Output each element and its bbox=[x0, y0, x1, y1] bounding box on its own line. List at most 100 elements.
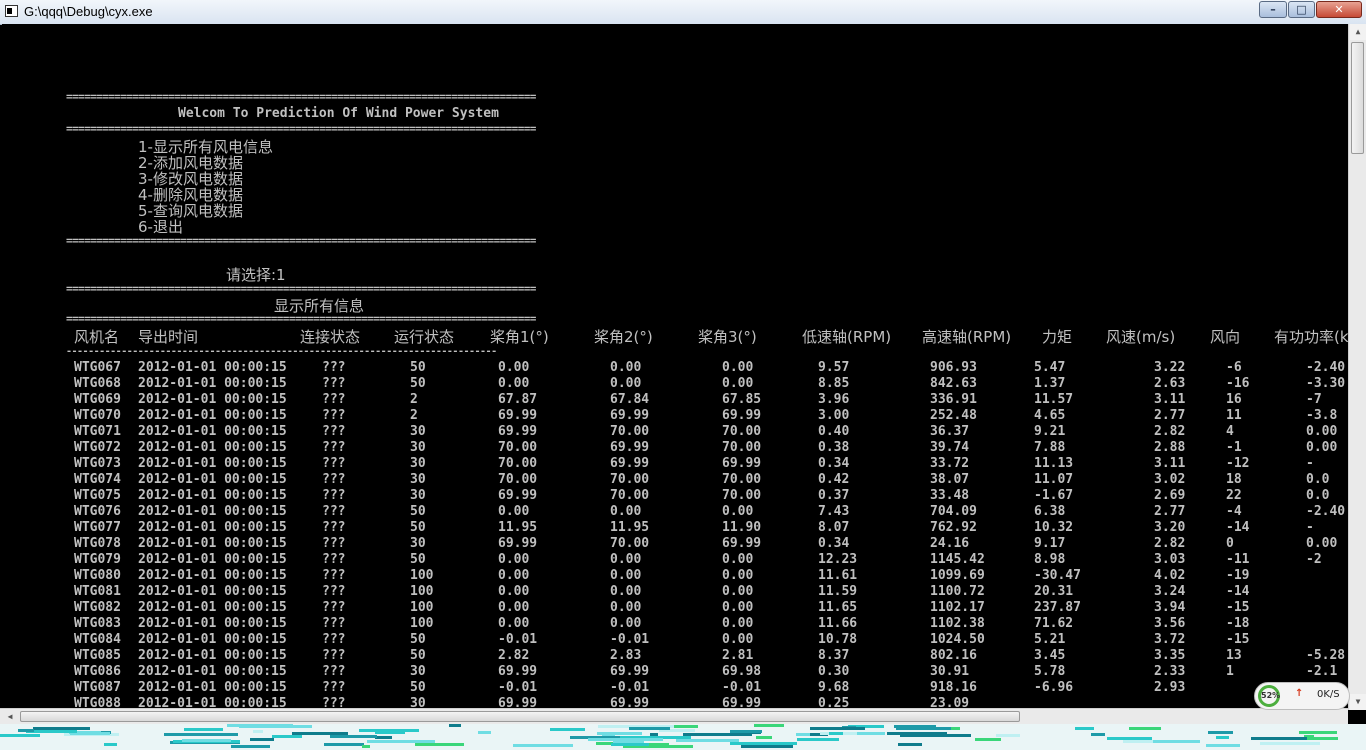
horizontal-scroll-thumb[interactable] bbox=[20, 711, 1020, 722]
table-cell: 237.87 bbox=[1034, 600, 1081, 615]
taskbar-noise bbox=[1251, 737, 1314, 740]
taskbar-noise bbox=[810, 727, 865, 730]
table-cell: 2.77 bbox=[1154, 504, 1186, 519]
table-cell: ??? bbox=[322, 472, 346, 487]
table-cell: 2 bbox=[410, 408, 418, 423]
column-header: 连接状态 bbox=[300, 328, 361, 346]
taskbar-noise bbox=[250, 738, 274, 741]
menu-rule-3: ========================================… bbox=[66, 234, 536, 247]
table-cell: 23.09 bbox=[930, 696, 970, 708]
table-cell: 3.72 bbox=[1154, 632, 1186, 647]
taskbar-noise bbox=[588, 738, 663, 741]
table-cell: WTG076 bbox=[74, 504, 121, 519]
close-button[interactable]: ✕ bbox=[1316, 1, 1362, 18]
table-cell: 2.77 bbox=[1154, 408, 1186, 423]
table-cell: 0.00 bbox=[1306, 424, 1338, 439]
table-cell: 2.81 bbox=[722, 648, 754, 663]
table-cell: 2012-01-01 00:00:15 bbox=[138, 536, 287, 551]
table-cell: 70.00 bbox=[498, 440, 538, 455]
table-cell: 33.48 bbox=[930, 488, 970, 503]
table-cell: 69.99 bbox=[498, 536, 538, 551]
table-row: WTG073 2012-01-01 00:00:15??? 30 70.00 69.99… bbox=[2, 456, 1348, 472]
table-cell: 7.88 bbox=[1034, 440, 1066, 455]
table-cell: 67.84 bbox=[610, 392, 650, 407]
taskbar-noise bbox=[1091, 733, 1105, 736]
table-cell: 50 bbox=[410, 520, 426, 535]
table-cell: WTG078 bbox=[74, 536, 121, 551]
table-cell: ??? bbox=[322, 632, 346, 647]
table-cell: -19 bbox=[1226, 568, 1250, 583]
table-cell: 0.00 bbox=[498, 552, 530, 567]
table-row: WTG077 2012-01-01 00:00:15??? 50 11.95 11.95… bbox=[2, 520, 1348, 536]
table-cell: 0.00 bbox=[610, 600, 642, 615]
column-header: 桨角1(°) bbox=[490, 328, 549, 346]
scroll-left-arrow-icon[interactable]: ◀ bbox=[2, 709, 18, 725]
taskbar-noise bbox=[683, 733, 752, 736]
table-cell: ??? bbox=[322, 648, 346, 663]
table-cell: WTG088 bbox=[74, 696, 121, 708]
table-cell: 0.00 bbox=[722, 632, 754, 647]
table-cell: 9.68 bbox=[818, 680, 850, 695]
table-cell: 11.07 bbox=[1034, 472, 1074, 487]
table-cell: WTG084 bbox=[74, 632, 121, 647]
table-cell: 3.11 bbox=[1154, 392, 1186, 407]
table-cell: 0.00 bbox=[722, 504, 754, 519]
column-header: 风机名 bbox=[74, 328, 120, 346]
table-cell: WTG072 bbox=[74, 440, 121, 455]
taskbar-noise bbox=[1107, 737, 1152, 740]
table-cell: 2012-01-01 00:00:15 bbox=[138, 376, 287, 391]
taskbar-noise bbox=[975, 738, 1001, 741]
table-cell: 2.82 bbox=[498, 648, 530, 663]
table-cell: 24.16 bbox=[930, 536, 970, 551]
table-cell: 0.30 bbox=[818, 664, 850, 679]
table-cell: 0.00 bbox=[498, 360, 530, 375]
table-cell: -0.01 bbox=[610, 680, 650, 695]
table-row: WTG085 2012-01-01 00:00:15??? 50 2.82 2.83 2.… bbox=[2, 648, 1348, 664]
table-cell: 9.17 bbox=[1034, 536, 1066, 551]
table-cell: WTG082 bbox=[74, 600, 121, 615]
table-cell: 70.00 bbox=[610, 536, 650, 551]
taskbar-noise bbox=[182, 739, 231, 742]
table-cell: WTG067 bbox=[74, 360, 121, 375]
vertical-scrollbar[interactable]: ▲ ▼ bbox=[1348, 24, 1366, 710]
table-cell: ??? bbox=[322, 520, 346, 535]
table-cell: 2.33 bbox=[1154, 664, 1186, 679]
table-cell: 3.94 bbox=[1154, 600, 1186, 615]
taskbar-noise bbox=[272, 735, 302, 738]
upload-arrow-icon: ↑ bbox=[1295, 688, 1304, 699]
table-cell: 0.00 bbox=[1306, 440, 1338, 455]
minimize-button[interactable]: – bbox=[1259, 1, 1287, 18]
table-cell: -2.40 bbox=[1306, 504, 1346, 519]
table-cell: -2.40 bbox=[1306, 360, 1346, 375]
network-speed-widget[interactable]: 52% ↑ 0K/S bbox=[1254, 682, 1350, 710]
taskbar-noise bbox=[796, 733, 810, 736]
table-cell: 67.85 bbox=[722, 392, 762, 407]
table-cell: 30 bbox=[410, 456, 426, 471]
table-cell: 4.02 bbox=[1154, 568, 1186, 583]
table-cell: ??? bbox=[322, 552, 346, 567]
table-cell: 11.57 bbox=[1034, 392, 1074, 407]
table-cell: 0.00 bbox=[1306, 536, 1338, 551]
table-cell: 2.82 bbox=[1154, 424, 1186, 439]
horizontal-scrollbar[interactable]: ◀ bbox=[0, 708, 1348, 725]
taskbar-noise bbox=[104, 743, 117, 746]
maximize-button[interactable]: □ bbox=[1288, 1, 1315, 18]
table-cell: 1.37 bbox=[1034, 376, 1066, 391]
table-cell: 50 bbox=[410, 648, 426, 663]
taskbar-noise bbox=[756, 736, 772, 739]
taskbar-noise bbox=[253, 730, 263, 733]
taskbar-noise bbox=[513, 744, 573, 747]
scroll-down-arrow-icon[interactable]: ▼ bbox=[1350, 694, 1366, 710]
table-cell: ??? bbox=[322, 488, 346, 503]
table-cell: -3.30 bbox=[1306, 376, 1346, 391]
usage-ring-icon: 52% bbox=[1258, 685, 1280, 707]
table-cell: 10.32 bbox=[1034, 520, 1074, 535]
table-cell: 100 bbox=[410, 616, 434, 631]
scroll-up-arrow-icon[interactable]: ▲ bbox=[1350, 24, 1366, 40]
table-cell: 2012-01-01 00:00:15 bbox=[138, 616, 287, 631]
vertical-scroll-thumb[interactable] bbox=[1351, 42, 1364, 154]
table-cell: 2012-01-01 00:00:15 bbox=[138, 488, 287, 503]
table-cell: 0.00 bbox=[498, 376, 530, 391]
table-cell: 11.66 bbox=[818, 616, 858, 631]
table-cell: ??? bbox=[322, 392, 346, 407]
